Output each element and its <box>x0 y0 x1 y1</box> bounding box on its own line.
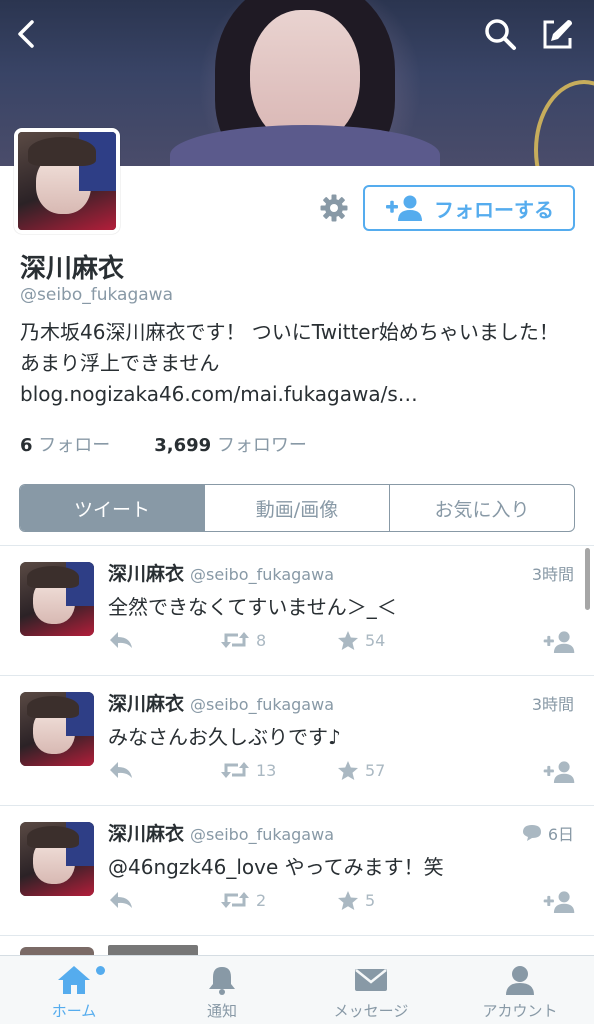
tweet-item[interactable]: 深川麻衣 @seibo_fukagawa 3時間 みなさんお久しぶりです♪ 13 … <box>0 675 594 805</box>
followers-label: フォロワー <box>216 435 307 456</box>
reply-icon <box>110 892 132 908</box>
tweet-time: 6日 <box>547 825 574 844</box>
retweet-button[interactable]: 8 <box>220 630 266 650</box>
gear-icon <box>320 194 348 222</box>
avatar-photo <box>18 132 116 230</box>
retweet-button[interactable]: 2 <box>220 890 266 910</box>
add-user-icon <box>543 761 575 784</box>
banner-photo-dome <box>534 80 594 166</box>
tweet-author-handle: @seibo_fukagawa <box>190 825 334 844</box>
settings-button[interactable] <box>318 192 350 224</box>
favorite-button[interactable]: 54 <box>337 630 385 651</box>
tab-account[interactable]: アカウント <box>446 956 594 1024</box>
search-icon <box>485 19 516 50</box>
tweet-actions: 13 57 <box>108 760 576 784</box>
tweet-text: 全然できなくてすいません＞_＜ <box>108 595 397 619</box>
follow-button[interactable]: フォローする <box>363 185 575 231</box>
tab-account-label: アカウント <box>482 1002 558 1020</box>
retweet-icon <box>221 762 249 778</box>
tweet-text: みなさんお久しぶりです♪ <box>108 725 341 749</box>
following-label: フォロー <box>38 435 111 456</box>
follow-user-button[interactable] <box>542 890 576 914</box>
reply-button[interactable] <box>108 630 134 650</box>
tweet-author-handle: @seibo_fukagawa <box>190 695 334 714</box>
segment-favorites[interactable]: お気に入り <box>389 485 574 531</box>
retweet-count: 2 <box>256 890 267 910</box>
retweet-count: 13 <box>256 760 277 780</box>
tweet-avatar <box>20 947 94 955</box>
reply-icon <box>110 762 132 778</box>
follow-user-button[interactable] <box>542 630 576 654</box>
tweet-author-name-cutoff <box>108 945 198 955</box>
segment-media[interactable]: 動画/画像 <box>204 485 389 531</box>
tweet-item[interactable]: 深川麻衣 @seibo_fukagawa 6日 @46ngzk46_love やっ… <box>0 805 594 935</box>
profile-bio: 乃木坂46深川麻衣です！ ついにTwitter始めちゃいました！ あまり浮上でき… <box>20 320 559 406</box>
tweet-author-handle: @seibo_fukagawa <box>190 565 334 584</box>
home-icon <box>58 966 90 994</box>
favorite-count: 54 <box>365 631 386 650</box>
unread-dot <box>96 966 105 975</box>
add-user-icon <box>543 891 575 914</box>
reply-icon <box>110 632 132 648</box>
followers-stat[interactable]: 3,699 フォロワー <box>154 435 307 456</box>
segment-tweets[interactable]: ツイート <box>20 485 204 531</box>
compose-button[interactable] <box>540 16 576 52</box>
followers-count: 3,699 <box>154 435 212 456</box>
tweet-author-name: 深川麻衣 <box>108 823 185 845</box>
profile-avatar[interactable] <box>14 128 120 234</box>
tweet-item[interactable]: 深川麻衣 @seibo_fukagawa 3時間 全然できなくてすいません＞_＜ … <box>0 545 594 675</box>
star-icon <box>338 891 358 910</box>
following-stat[interactable]: 6 フォロー <box>20 435 110 456</box>
follow-user-button[interactable] <box>542 760 576 784</box>
person-icon <box>506 966 534 995</box>
bell-icon <box>209 967 235 995</box>
compose-icon <box>543 20 572 49</box>
tweet-time: 3時間 <box>531 695 574 714</box>
tab-home[interactable]: ホーム <box>0 956 148 1024</box>
tab-notifications-label: 通知 <box>206 1002 237 1020</box>
conversation-icon <box>522 825 541 841</box>
profile-segment-control: ツイート 動画/画像 お気に入り <box>19 484 575 532</box>
reply-button[interactable] <box>108 890 134 910</box>
scrollbar[interactable] <box>585 548 590 610</box>
tweet-time: 3時間 <box>531 565 574 584</box>
tweet-text: @46ngzk46_love やってみます！笑 <box>108 855 444 879</box>
profile-name: 深川麻衣 <box>20 254 125 284</box>
bottom-tab-bar: ホーム 通知 メッセージ アカウント <box>0 955 594 1024</box>
favorite-button[interactable]: 5 <box>337 890 375 911</box>
favorite-count: 57 <box>365 761 386 780</box>
tweet-avatar[interactable] <box>20 562 94 636</box>
tweet-item-partial[interactable] <box>0 935 594 955</box>
back-button[interactable] <box>8 16 44 52</box>
profile-handle: @seibo_fukagawa <box>20 285 173 305</box>
tab-messages[interactable]: メッセージ <box>297 956 445 1024</box>
star-icon <box>338 631 358 650</box>
add-user-icon <box>386 195 422 221</box>
tweet-actions: 8 54 <box>108 630 576 654</box>
tweet-actions: 2 5 <box>108 890 576 914</box>
retweet-button[interactable]: 13 <box>220 760 276 780</box>
follow-button-label: フォローする <box>434 197 554 222</box>
following-count: 6 <box>20 435 33 456</box>
add-user-icon <box>543 631 575 654</box>
tab-messages-label: メッセージ <box>333 1002 409 1020</box>
tweet-author-name: 深川麻衣 <box>108 693 185 715</box>
chevron-left-icon <box>18 20 34 48</box>
envelope-icon <box>355 969 387 991</box>
reply-button[interactable] <box>108 760 134 780</box>
tweet-avatar[interactable] <box>20 822 94 896</box>
search-button[interactable] <box>482 16 518 52</box>
tweet-author-name: 深川麻衣 <box>108 563 185 585</box>
star-icon <box>338 761 358 780</box>
tab-home-label: ホーム <box>51 1002 97 1020</box>
retweet-count: 8 <box>256 630 267 650</box>
retweet-icon <box>221 632 249 648</box>
favorite-count: 5 <box>365 891 376 910</box>
retweet-icon <box>221 892 249 908</box>
profile-stats: 6 フォロー 3,699 フォロワー <box>20 431 307 457</box>
tab-notifications[interactable]: 通知 <box>148 956 296 1024</box>
tweet-avatar[interactable] <box>20 692 94 766</box>
favorite-button[interactable]: 57 <box>337 760 385 781</box>
